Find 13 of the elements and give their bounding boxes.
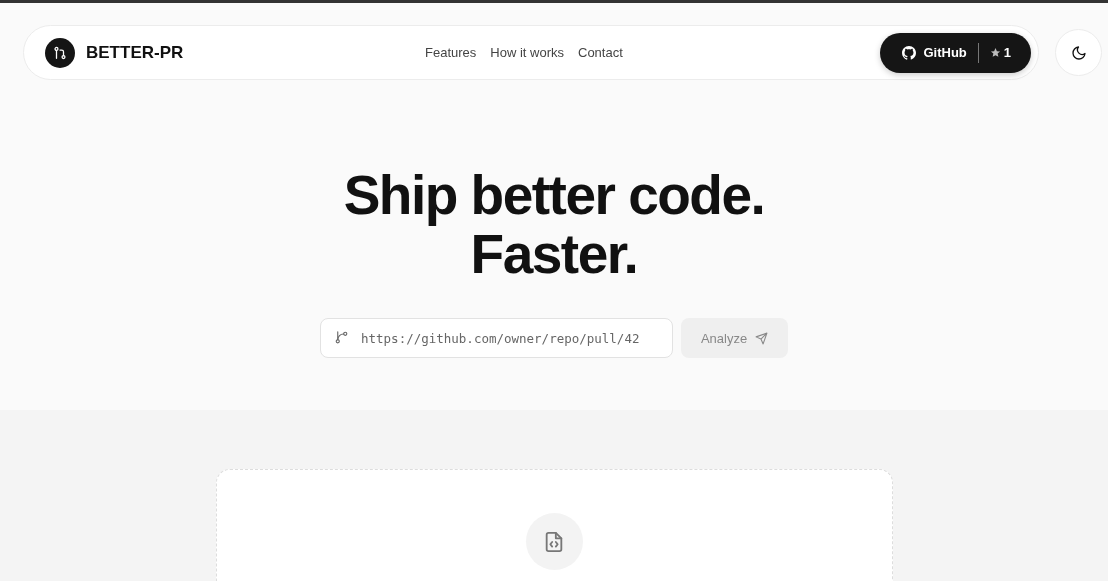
brand-name: BETTER-PR xyxy=(86,42,184,63)
github-button[interactable]: GitHub 1 xyxy=(880,32,1031,73)
github-icon xyxy=(902,45,917,60)
git-pull-request-icon xyxy=(45,37,75,68)
nav-link[interactable]: Contact xyxy=(578,45,623,60)
moon-icon xyxy=(1070,44,1087,61)
send-icon xyxy=(755,331,769,345)
star-icon xyxy=(989,47,1001,58)
nav-link[interactable]: Features xyxy=(425,45,477,60)
dark-mode-toggle[interactable] xyxy=(1055,29,1102,76)
nav-link[interactable]: How it works xyxy=(490,45,564,60)
hero-heading: Ship better code. Faster. xyxy=(343,166,765,284)
pr-url-field[interactable]: https://github.com/owner/repo/pull/42 xyxy=(320,318,673,358)
